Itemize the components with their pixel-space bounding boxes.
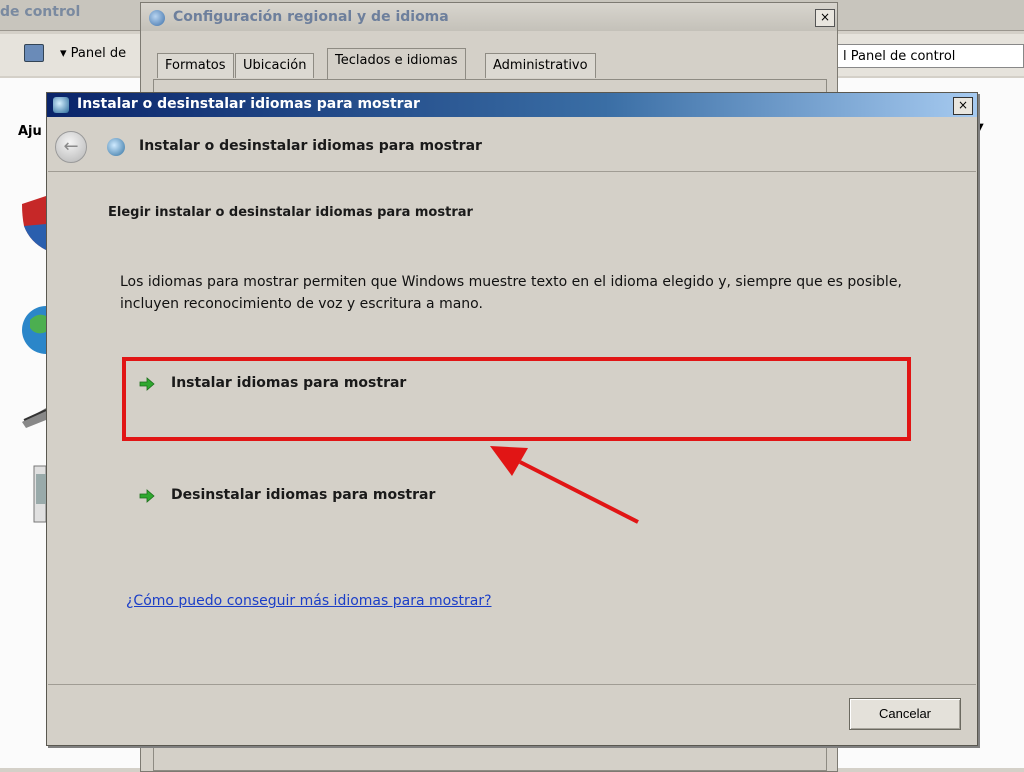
dialog-title: Instalar o desinstalar idiomas para most… [77,96,420,112]
page-description: Los idiomas para mostrar permiten que Wi… [120,274,902,312]
cancel-button[interactable]: Cancelar [849,698,961,730]
control-panel-icon[interactable] [24,44,44,62]
language-icon [107,138,125,156]
tab-ubicacion[interactable]: Ubicación [235,53,315,78]
background-section-label: Aju [18,124,42,139]
help-more-languages-link[interactable]: ¿Cómo puedo conseguir más idiomas para m… [126,593,492,609]
shield-icon [22,196,46,250]
close-icon[interactable]: × [815,9,835,27]
tab-teclados-e-idiomas[interactable]: Teclados e idiomas [327,48,466,80]
wizard-title: Instalar o desinstalar idiomas para most… [139,138,482,154]
globe-icon [149,10,165,26]
dialog-titlebar: Instalar o desinstalar idiomas para most… [47,93,977,117]
background-breadcrumb[interactable]: ▾ Panel de [60,46,126,61]
regional-dialog-title: Configuración regional y de idioma [173,9,449,25]
keyboard-icon [22,408,46,428]
uninstall-languages-link[interactable]: Desinstalar idiomas para mostrar [171,487,435,503]
language-icon [53,97,69,113]
green-arrow-icon[interactable] [139,488,155,504]
background-window-title: de control [0,4,81,20]
annotation-highlight-box [122,357,911,441]
tab-administrativo[interactable]: Administrativo [485,53,596,78]
background-address-field[interactable]: l Panel de control [836,44,1024,68]
document-icon [33,465,46,523]
close-icon[interactable]: × [953,97,973,115]
back-button[interactable]: ← [55,131,87,163]
regional-dialog-titlebar: Configuración regional y de idioma × [141,3,837,31]
page-heading: Elegir instalar o desinstalar idiomas pa… [108,205,473,220]
tab-formatos[interactable]: Formatos [157,53,234,78]
navigation-bar: ← Instalar o desinstalar idiomas para mo… [47,117,977,171]
globe-icon [22,306,46,354]
